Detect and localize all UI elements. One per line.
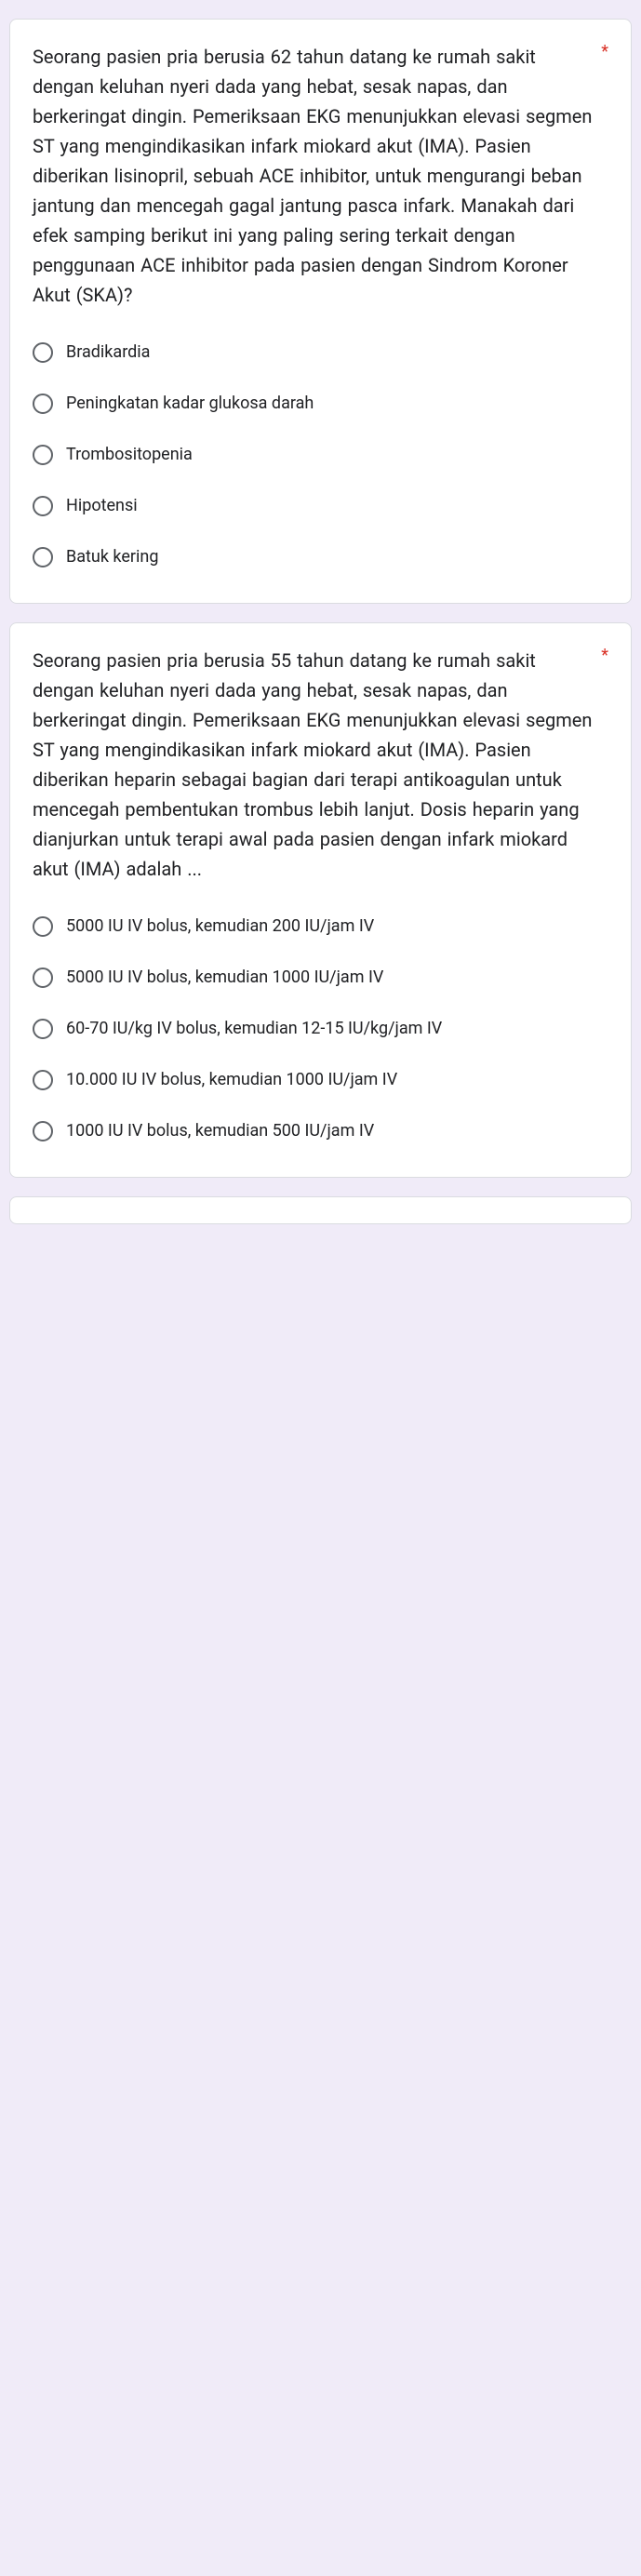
radio-icon — [33, 547, 53, 567]
option-60-70-kg[interactable]: 60-70 IU/kg IV bolus, kemudian 12-15 IU/… — [33, 1005, 608, 1052]
question-card-2: Seorang pasien pria berusia 55 tahun dat… — [9, 622, 632, 1178]
option-batuk-kering[interactable]: Batuk kering — [33, 533, 608, 581]
question-text: Seorang pasien pria berusia 55 tahun dat… — [33, 646, 594, 884]
option-label: Peningkatan kadar glukosa darah — [66, 391, 314, 416]
option-label: 5000 IU IV bolus, kemudian 1000 IU/jam I… — [66, 965, 383, 990]
required-marker: * — [601, 42, 608, 61]
required-marker: * — [601, 646, 608, 665]
option-label: Bradikardia — [66, 340, 150, 365]
radio-icon — [33, 1070, 53, 1090]
radio-icon — [33, 342, 53, 363]
option-peningkatan-glukosa[interactable]: Peningkatan kadar glukosa darah — [33, 380, 608, 427]
radio-icon — [33, 968, 53, 988]
option-5000-200[interactable]: 5000 IU IV bolus, kemudian 200 IU/jam IV — [33, 902, 608, 950]
radio-icon — [33, 1121, 53, 1141]
radio-icon — [33, 496, 53, 516]
question-card-3-top — [9, 1196, 632, 1224]
option-label: Trombositopenia — [66, 442, 193, 467]
radio-icon — [33, 916, 53, 937]
option-label: 5000 IU IV bolus, kemudian 200 IU/jam IV — [66, 914, 374, 939]
option-10000-1000[interactable]: 10.000 IU IV bolus, kemudian 1000 IU/jam… — [33, 1056, 608, 1103]
option-label: 1000 IU IV bolus, kemudian 500 IU/jam IV — [66, 1118, 374, 1143]
option-5000-1000[interactable]: 5000 IU IV bolus, kemudian 1000 IU/jam I… — [33, 954, 608, 1001]
option-label: 60-70 IU/kg IV bolus, kemudian 12-15 IU/… — [66, 1016, 442, 1041]
option-label: Batuk kering — [66, 544, 158, 569]
radio-icon — [33, 445, 53, 465]
question-text: Seorang pasien pria berusia 62 tahun dat… — [33, 42, 594, 310]
option-label: 10.000 IU IV bolus, kemudian 1000 IU/jam… — [66, 1067, 397, 1092]
question-header: Seorang pasien pria berusia 62 tahun dat… — [33, 42, 608, 310]
option-bradikardia[interactable]: Bradikardia — [33, 328, 608, 376]
radio-icon — [33, 394, 53, 414]
option-hipotensi[interactable]: Hipotensi — [33, 482, 608, 529]
question-card-1: Seorang pasien pria berusia 62 tahun dat… — [9, 19, 632, 604]
option-1000-500[interactable]: 1000 IU IV bolus, kemudian 500 IU/jam IV — [33, 1107, 608, 1155]
option-trombositopenia[interactable]: Trombositopenia — [33, 431, 608, 478]
radio-icon — [33, 1019, 53, 1039]
option-label: Hipotensi — [66, 493, 138, 518]
options-group: 5000 IU IV bolus, kemudian 200 IU/jam IV… — [33, 902, 608, 1155]
options-group: Bradikardia Peningkatan kadar glukosa da… — [33, 328, 608, 581]
question-header: Seorang pasien pria berusia 55 tahun dat… — [33, 646, 608, 884]
